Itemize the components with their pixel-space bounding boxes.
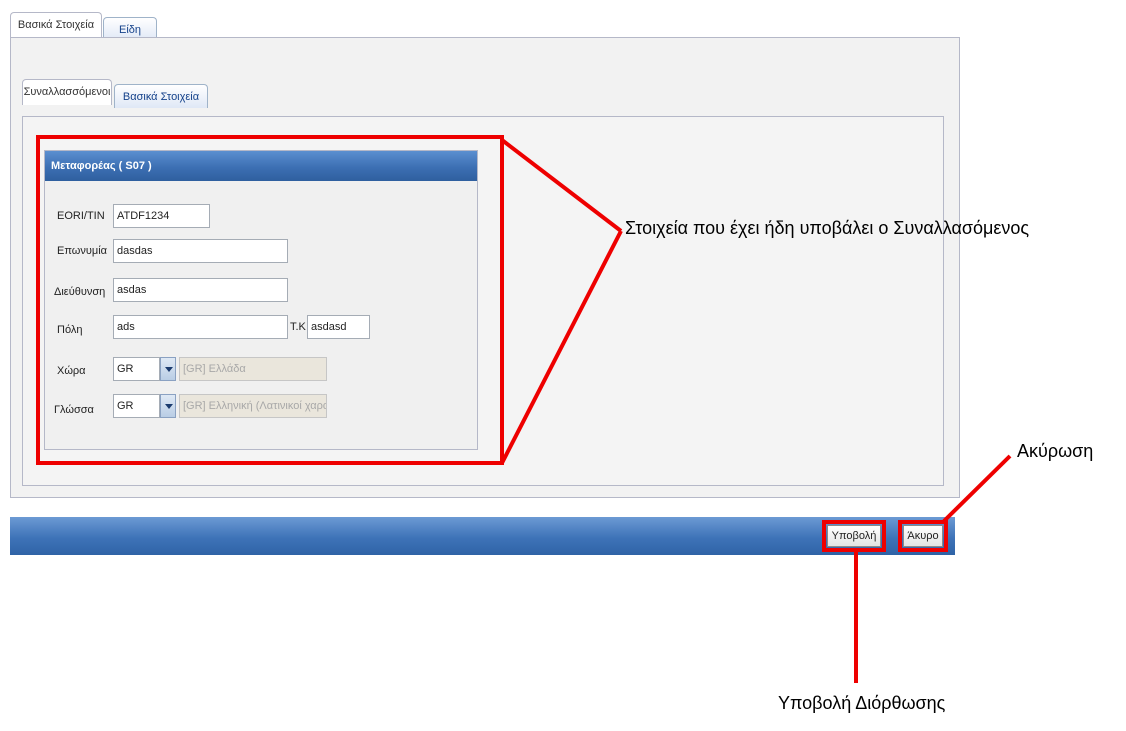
fieldset-note: Στοιχεία που έχει ήδη υποβάλει ο Συναλλα… [625, 218, 1030, 238]
fieldset-highlight-box [36, 135, 504, 465]
bottom-toolbar [10, 517, 955, 555]
submit-highlight-box [822, 520, 886, 552]
tab-items-label: Είδη [118, 24, 142, 36]
tab-basic-info[interactable]: Βασικά Στοιχεία [10, 12, 102, 38]
tab-inner-basic-info[interactable]: Βασικά Στοιχεία [114, 84, 208, 108]
cancel-note: Ακύρωση [1017, 441, 1094, 461]
tab-traders-label: Συναλλασσόμενοι [23, 86, 111, 98]
tab-inner-basic-info-label: Βασικά Στοιχεία [122, 91, 200, 103]
tab-basic-info-label: Βασικά Στοιχεία [17, 19, 95, 31]
submit-note: Υποβολή Διόρθωσης [778, 693, 946, 713]
tab-traders[interactable]: Συναλλασσόμενοι [22, 79, 112, 105]
cancel-highlight-box [898, 520, 948, 552]
